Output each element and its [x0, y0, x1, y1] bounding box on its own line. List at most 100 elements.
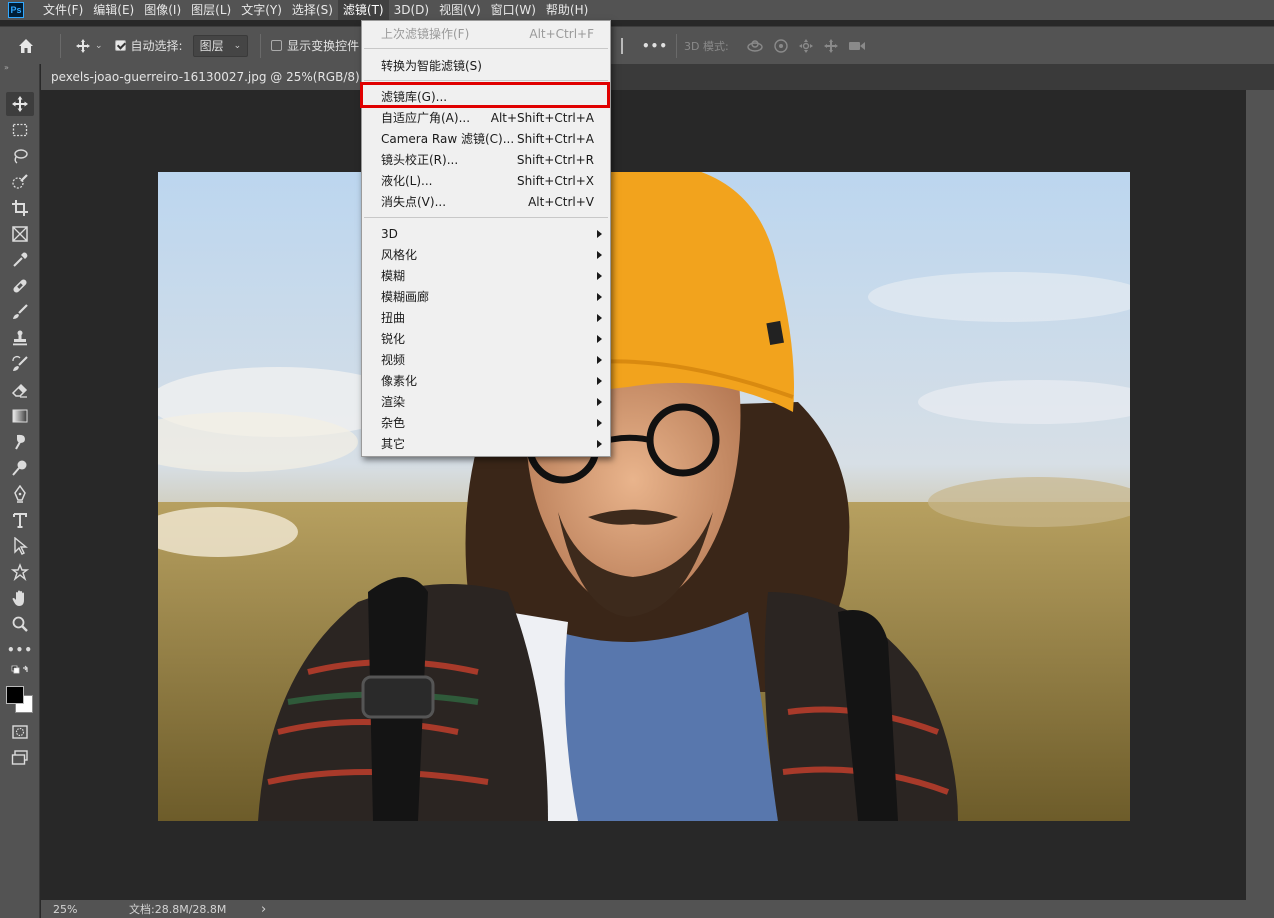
menu-item-label: 扭曲: [381, 311, 406, 325]
shape-tool[interactable]: [6, 560, 34, 584]
color-swatches[interactable]: [5, 685, 35, 715]
video-camera-3d-icon[interactable]: [848, 38, 866, 54]
submenu-3d[interactable]: 3D: [362, 223, 610, 244]
menu-3d[interactable]: 3D(D): [389, 0, 434, 20]
path-selection-tool[interactable]: [6, 534, 34, 558]
lasso-tool[interactable]: [6, 144, 34, 168]
panel-collapse-icon[interactable]: »: [0, 64, 39, 72]
document-image[interactable]: [158, 172, 1130, 821]
menu-layer[interactable]: 图层(L): [186, 0, 236, 20]
default-colors-button[interactable]: [6, 664, 34, 682]
eyedropper-tool[interactable]: [6, 248, 34, 272]
menu-item-label: 滤镜库(G)...: [381, 90, 448, 104]
home-icon: [19, 38, 33, 53]
document-tab[interactable]: pexels-joao-guerreiro-16130027.jpg @ 25%…: [41, 64, 392, 90]
chevron-down-icon: ⌄: [95, 40, 103, 51]
menu-filter[interactable]: 滤镜(T): [337, 0, 389, 20]
blur-tool[interactable]: [6, 430, 34, 454]
menu-item-camera-raw-filter[interactable]: Camera Raw 滤镜(C)... Shift+Ctrl+A: [362, 128, 610, 149]
eraser-tool[interactable]: [6, 378, 34, 402]
menu-item-liquify[interactable]: 液化(L)... Shift+Ctrl+X: [362, 170, 610, 191]
healing-brush-tool[interactable]: [6, 274, 34, 298]
menu-item-convert-smart-filter[interactable]: 转换为智能滤镜(S): [362, 55, 610, 76]
submenu-arrow-icon: [597, 355, 602, 364]
submenu-noise[interactable]: 杂色: [362, 412, 610, 433]
menu-item-lens-correction[interactable]: 镜头校正(R)... Shift+Ctrl+R: [362, 149, 610, 170]
history-brush-tool[interactable]: [6, 352, 34, 376]
move-tool-preset[interactable]: ⌄: [69, 27, 109, 65]
type-icon: [13, 513, 27, 528]
menu-type[interactable]: 文字(Y): [236, 0, 287, 20]
menu-item-label: 镜头校正(R)...: [381, 153, 459, 167]
frame-tool[interactable]: [6, 222, 34, 246]
clone-stamp-tool[interactable]: [6, 326, 34, 350]
submenu-arrow-icon: [597, 334, 602, 343]
menu-edit[interactable]: 编辑(E): [88, 0, 139, 20]
menu-item-shortcut: Alt+Ctrl+V: [528, 194, 594, 209]
submenu-arrow-icon: [597, 439, 602, 448]
marquee-tool[interactable]: [6, 118, 34, 142]
swap-colors-icon: [11, 665, 28, 674]
align-icon[interactable]: [612, 27, 632, 65]
options-bar: ⌄ 自动选择: 图层 ⌄ 显示变换控件 ••• 3D 模式:: [0, 26, 1274, 64]
submenu-video[interactable]: 视频: [362, 349, 610, 370]
menu-file[interactable]: 文件(F): [38, 0, 88, 20]
submenu-other[interactable]: 其它: [362, 433, 610, 454]
move-icon: [76, 38, 90, 53]
menu-item-vanishing-point[interactable]: 消失点(V)... Alt+Ctrl+V: [362, 191, 610, 212]
3d-mode-tools: [746, 27, 866, 65]
menu-item-filter-gallery[interactable]: 滤镜库(G)...: [362, 86, 610, 107]
menu-item-adaptive-wide-angle[interactable]: 自适应广角(A)... Alt+Shift+Ctrl+A: [362, 107, 610, 128]
orbit-3d-icon[interactable]: [746, 38, 764, 54]
menu-help[interactable]: 帮助(H): [541, 0, 593, 20]
eyedropper-icon: [13, 252, 28, 267]
submenu-stylize[interactable]: 风格化: [362, 244, 610, 265]
brush-tool[interactable]: [6, 300, 34, 324]
dodge-tool[interactable]: [6, 456, 34, 480]
more-options-button[interactable]: •••: [642, 27, 667, 65]
quick-selection-tool[interactable]: [6, 170, 34, 194]
gradient-tool[interactable]: [6, 404, 34, 428]
menu-view[interactable]: 视图(V): [434, 0, 486, 20]
submenu-render[interactable]: 渲染: [362, 391, 610, 412]
submenu-blur[interactable]: 模糊: [362, 265, 610, 286]
foreground-color-swatch[interactable]: [6, 686, 24, 704]
menu-item-last-filter[interactable]: 上次滤镜操作(F) Alt+Ctrl+F: [362, 23, 610, 44]
status-bar: 25% 文档:28.8M/28.8M ›: [41, 900, 1274, 918]
zoom-tool[interactable]: [6, 612, 34, 636]
pen-tool[interactable]: [6, 482, 34, 506]
submenu-sharpen[interactable]: 锐化: [362, 328, 610, 349]
zoom-level[interactable]: 25%: [41, 903, 89, 916]
roll-3d-icon[interactable]: [773, 38, 789, 54]
rectangle-marquee-icon: [12, 123, 28, 137]
menu-select[interactable]: 选择(S): [287, 0, 338, 20]
pan-3d-icon[interactable]: [798, 38, 814, 54]
submenu-arrow-icon: [597, 313, 602, 322]
portrait-photo: [158, 172, 1130, 821]
menu-image[interactable]: 图像(I): [139, 0, 186, 20]
menu-window[interactable]: 窗口(W): [486, 0, 541, 20]
screen-mode-button[interactable]: [6, 746, 34, 770]
menu-item-label: 风格化: [381, 248, 418, 262]
hand-tool[interactable]: [6, 586, 34, 610]
menu-item-label: 杂色: [381, 416, 406, 430]
quick-mask-button[interactable]: [6, 720, 34, 744]
menu-item-label: 像素化: [381, 374, 418, 388]
divider: [260, 33, 262, 58]
submenu-blur-gallery[interactable]: 模糊画廊: [362, 286, 610, 307]
status-menu-arrow-icon[interactable]: ›: [261, 902, 266, 917]
slide-3d-icon[interactable]: [823, 38, 839, 54]
auto-select-label: 自动选择:: [130, 39, 183, 53]
auto-select-target-dropdown[interactable]: 图层 ⌄: [192, 34, 249, 57]
submenu-pixelate[interactable]: 像素化: [362, 370, 610, 391]
edit-toolbar-button[interactable]: •••: [6, 638, 34, 662]
home-button[interactable]: [0, 27, 52, 65]
submenu-distort[interactable]: 扭曲: [362, 307, 610, 328]
submenu-arrow-icon: [597, 271, 602, 280]
type-tool[interactable]: [6, 508, 34, 532]
move-tool[interactable]: [6, 92, 34, 116]
show-transform-checkbox[interactable]: 显示变换控件: [269, 27, 361, 65]
auto-select-checkbox[interactable]: 自动选择:: [109, 27, 189, 65]
photoshop-logo-icon: Ps: [8, 2, 24, 18]
crop-tool[interactable]: [6, 196, 34, 220]
